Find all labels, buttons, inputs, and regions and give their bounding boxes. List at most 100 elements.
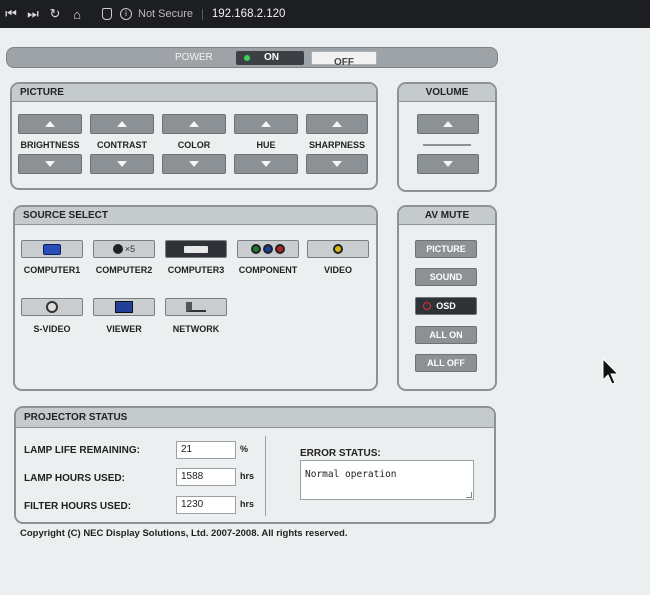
rca-red-icon xyxy=(275,244,285,254)
source-component-label: COMPONENT xyxy=(238,265,298,275)
brightness-label: BRIGHTNESS xyxy=(20,140,80,150)
reload-icon[interactable]: ↻ xyxy=(44,6,66,22)
rca-yellow-icon xyxy=(333,244,343,254)
source-select-panel: SOURCE SELECT COMPUTER1 ×5 COMPUTER2 COM… xyxy=(13,205,378,391)
filter-hours-unit: hrs xyxy=(240,499,255,509)
source-computer3-label: COMPUTER3 xyxy=(167,265,225,275)
volume-panel-title: VOLUME xyxy=(399,84,495,102)
hue-up-button[interactable] xyxy=(234,114,298,134)
av-mute-all-on-button[interactable]: ALL ON xyxy=(415,326,477,344)
arrow-up-icon xyxy=(443,121,453,127)
source-network-button[interactable] xyxy=(165,298,227,316)
sharpness-down-button[interactable] xyxy=(306,154,368,174)
resize-grip-icon[interactable] xyxy=(466,492,472,498)
picture-panel: PICTURE BRIGHTNESS CONTRAST COLOR HUE SH… xyxy=(10,82,378,190)
shield-icon xyxy=(102,8,112,20)
av-mute-osd-button[interactable]: OSD xyxy=(415,297,477,315)
status-divider xyxy=(265,436,266,516)
hue-down-button[interactable] xyxy=(234,154,298,174)
volume-panel: VOLUME xyxy=(397,82,497,192)
copyright-text: Copyright (C) NEC Display Solutions, Ltd… xyxy=(20,528,348,539)
address-bar-url[interactable]: 192.168.2.120 xyxy=(212,8,286,20)
security-label: Not Secure xyxy=(138,8,194,20)
arrow-down-icon xyxy=(45,161,55,167)
source-video-button[interactable] xyxy=(307,240,369,258)
dvi-port-icon xyxy=(112,244,123,254)
rca-green-icon xyxy=(251,244,261,254)
svideo-port-icon xyxy=(46,301,58,313)
arrow-down-icon xyxy=(117,161,127,167)
browser-toolbar: ⏮ ⏭ ↻ ⌂ i Not Secure | 192.168.2.120 xyxy=(0,0,650,28)
arrow-down-icon xyxy=(443,161,453,167)
computer2-badge: ×5 xyxy=(124,244,136,254)
arrow-up-icon xyxy=(332,121,342,127)
power-on-button[interactable]: ON xyxy=(236,51,304,65)
contrast-label: CONTRAST xyxy=(97,140,147,150)
source-viewer-label: VIEWER xyxy=(106,324,142,334)
av-mute-picture-button[interactable]: PICTURE xyxy=(415,240,477,258)
color-down-button[interactable] xyxy=(162,154,226,174)
power-indicator-icon xyxy=(244,55,250,61)
power-off-label: OFF xyxy=(334,57,354,68)
error-status-textarea: Normal operation xyxy=(300,460,474,500)
arrow-down-icon xyxy=(189,161,199,167)
lamp-hours-value: 1588 xyxy=(176,468,236,486)
source-component-button[interactable] xyxy=(237,240,299,258)
skip-forward-icon[interactable]: ⏭ xyxy=(22,6,44,22)
brightness-down-button[interactable] xyxy=(18,154,82,174)
home-icon[interactable]: ⌂ xyxy=(66,7,88,22)
power-on-label: ON xyxy=(264,52,279,63)
brightness-up-button[interactable] xyxy=(18,114,82,134)
arrow-up-icon xyxy=(45,121,55,127)
source-viewer-button[interactable] xyxy=(93,298,155,316)
error-status-value: Normal operation xyxy=(305,469,397,480)
projector-status-title: PROJECTOR STATUS xyxy=(16,408,494,428)
contrast-up-button[interactable] xyxy=(90,114,154,134)
source-select-title: SOURCE SELECT xyxy=(15,207,376,225)
lamp-life-value: 21 xyxy=(176,441,236,459)
source-svideo-label: S-VIDEO xyxy=(33,324,71,334)
lamp-hours-label: LAMP HOURS USED: xyxy=(24,473,125,484)
sharpness-up-button[interactable] xyxy=(306,114,368,134)
source-computer2-label: COMPUTER2 xyxy=(95,265,153,275)
contrast-down-button[interactable] xyxy=(90,154,154,174)
filter-hours-value: 1230 xyxy=(176,496,236,514)
source-svideo-button[interactable] xyxy=(21,298,83,316)
av-mute-all-off-button[interactable]: ALL OFF xyxy=(415,354,477,372)
monitor-icon xyxy=(43,243,61,255)
error-status-label: ERROR STATUS: xyxy=(300,448,381,459)
color-label: COLOR xyxy=(177,140,211,150)
color-up-button[interactable] xyxy=(162,114,226,134)
hue-label: HUE xyxy=(256,140,276,150)
source-computer1-label: COMPUTER1 xyxy=(23,265,81,275)
source-network-label: NETWORK xyxy=(172,324,220,334)
av-mute-sound-button[interactable]: SOUND xyxy=(415,268,477,286)
info-icon[interactable]: i xyxy=(120,8,132,20)
power-off-button[interactable]: OFF xyxy=(311,51,377,68)
source-computer1-button[interactable] xyxy=(21,240,83,258)
arrow-down-icon xyxy=(332,161,342,167)
arrow-up-icon xyxy=(189,121,199,127)
lamp-life-unit: % xyxy=(240,444,249,454)
source-computer2-button[interactable]: ×5 xyxy=(93,240,155,258)
lamp-hours-unit: hrs xyxy=(240,471,255,481)
power-bar: POWER ON OFF xyxy=(6,47,498,68)
viewer-icon xyxy=(115,301,133,313)
arrow-up-icon xyxy=(117,121,127,127)
osd-active-icon xyxy=(423,302,431,310)
network-icon xyxy=(186,302,206,312)
volume-down-button[interactable] xyxy=(417,154,479,174)
skip-back-icon[interactable]: ⏮ xyxy=(0,6,22,22)
filter-hours-label: FILTER HOURS USED: xyxy=(24,501,132,512)
url-separator: | xyxy=(201,8,204,20)
arrow-up-icon xyxy=(261,121,271,127)
source-computer3-button[interactable] xyxy=(165,240,227,258)
volume-up-button[interactable] xyxy=(417,114,479,134)
sharpness-label: SHARPNESS xyxy=(308,140,365,150)
rca-blue-icon xyxy=(263,244,273,254)
arrow-down-icon xyxy=(261,161,271,167)
source-video-label: VIDEO xyxy=(323,265,352,275)
projector-status-panel: PROJECTOR STATUS LAMP LIFE REMAINING: 21… xyxy=(14,406,496,524)
hdmi-port-icon xyxy=(184,245,208,253)
picture-panel-title: PICTURE xyxy=(12,84,376,102)
